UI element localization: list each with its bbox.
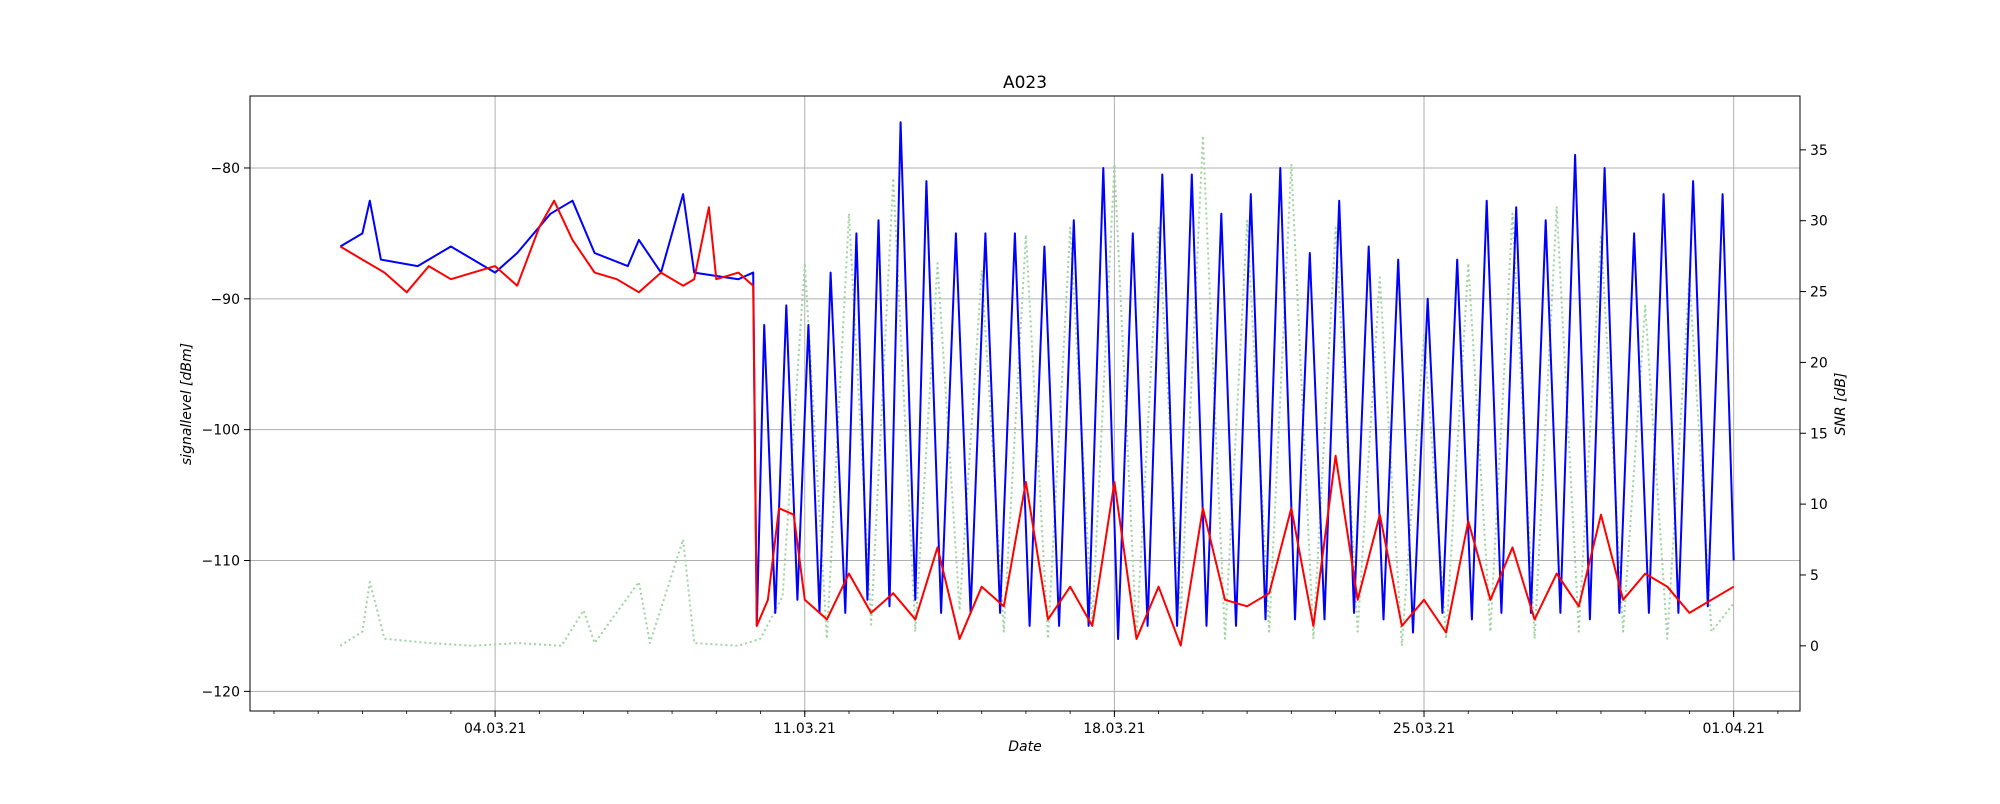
chart-title: A023 xyxy=(1003,73,1047,93)
y-right-tick-label: 20 xyxy=(1810,355,1828,371)
chart-figure: A023 04.03.21 11.03.21 18.03.21 25.03.21 01.… xyxy=(0,0,2000,800)
y-left-tick-label: −110 xyxy=(202,554,240,570)
y-right-tick-label: 0 xyxy=(1810,639,1819,655)
x-tick-label: 04.03.21 xyxy=(464,721,526,737)
y-axis-left-label: signallevel [dBm] xyxy=(179,343,195,465)
x-tick-label: 25.03.21 xyxy=(1393,721,1455,737)
y-right-tick-label: 5 xyxy=(1810,568,1819,584)
y-right-tick-label: 30 xyxy=(1810,214,1828,230)
x-tick-label: 11.03.21 xyxy=(774,721,836,737)
y-left-tick-label: −80 xyxy=(210,161,240,177)
x-axis-label: Date xyxy=(1008,739,1041,755)
y-right-tick-label: 10 xyxy=(1810,497,1828,513)
x-tick-label: 18.03.21 xyxy=(1083,721,1145,737)
y-left-tick-label: −100 xyxy=(202,423,240,439)
y-axis-right-label: SNR [dB] xyxy=(1833,373,1849,436)
snr-dotted-line xyxy=(339,134,1735,647)
y-right-tick-label: 15 xyxy=(1810,426,1828,442)
chart-svg: A023 04.03.21 11.03.21 18.03.21 25.03.21 01.… xyxy=(179,73,1849,755)
y-axis-left: −80 −90 −100 −110 −120 xyxy=(202,161,250,700)
x-tick-label: 01.04.21 xyxy=(1702,721,1764,737)
series-layer xyxy=(339,121,1735,647)
y-right-tick-label: 35 xyxy=(1810,143,1828,159)
y-left-tick-label: −120 xyxy=(202,684,240,700)
x-axis: 04.03.21 11.03.21 18.03.21 25.03.21 01.04.21 xyxy=(273,711,1779,737)
y-left-tick-label: −90 xyxy=(210,292,240,308)
y-right-tick-label: 25 xyxy=(1810,285,1828,301)
signal-level-blue-line xyxy=(339,121,1735,640)
y-axis-right: 35 30 25 20 15 10 5 0 xyxy=(1800,143,1828,655)
